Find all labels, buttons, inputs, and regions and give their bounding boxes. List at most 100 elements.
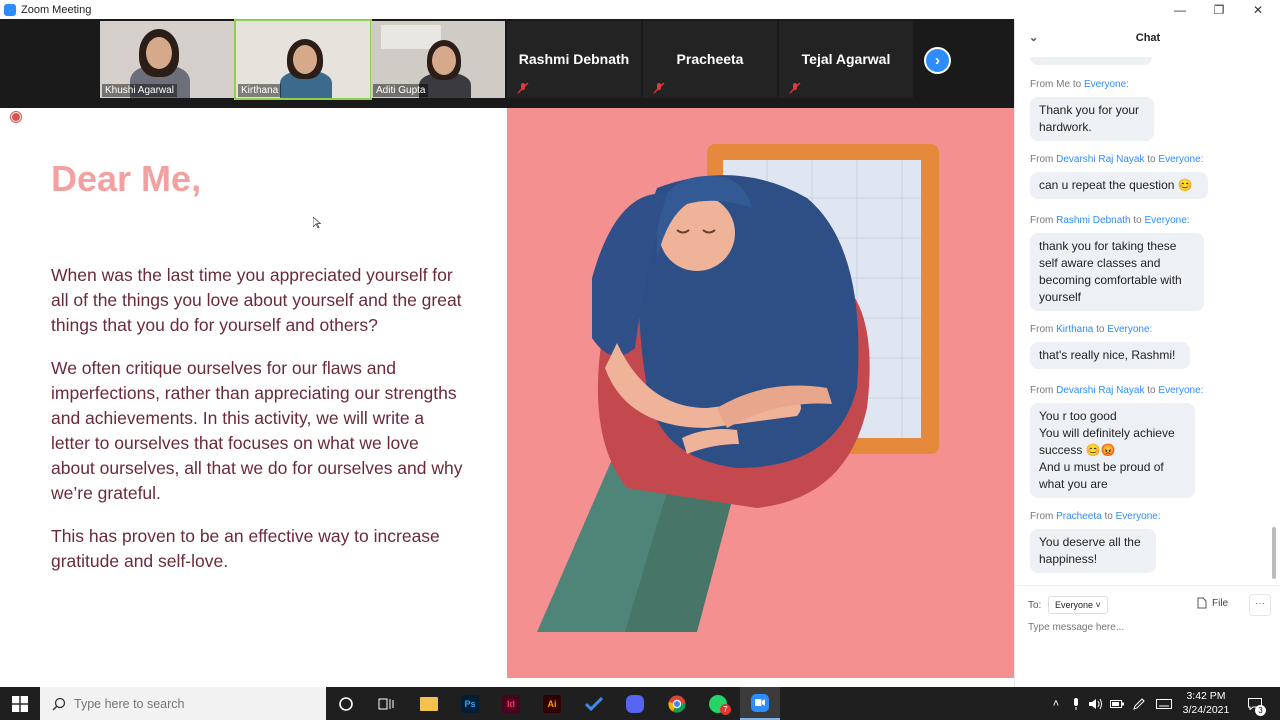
battery-icon — [1110, 699, 1124, 708]
keyboard-button[interactable] — [1153, 687, 1175, 720]
slide-paragraph: We often critique ourselves for our flaw… — [51, 358, 463, 503]
chat-message-meta: From Kirthana to Everyone: — [1030, 324, 1153, 335]
taskbar-search[interactable] — [40, 687, 326, 720]
checkmark-icon — [585, 696, 603, 711]
window-titlebar: Zoom Meeting — ❐ ✕ — [0, 0, 1280, 19]
more-options-button[interactable]: ··· — [1249, 594, 1271, 616]
slide-illustration — [507, 108, 1014, 678]
indesign-icon: Id — [502, 694, 520, 713]
mouse-cursor-icon — [313, 217, 321, 229]
windows-taskbar: Ps Id Ai 7 ˄ 3:42 PM 3/24/2021 3 — [0, 687, 1280, 720]
participant-tile-khushi[interactable]: Khushi Agarwal — [100, 21, 234, 98]
taskbar-search-input[interactable] — [74, 696, 304, 711]
speaker-icon — [1089, 698, 1102, 709]
photoshop-icon: Ps — [461, 694, 479, 713]
recipient-dropdown[interactable]: Everyone ˅ — [1048, 596, 1108, 614]
participant-name: Kirthana — [238, 84, 282, 97]
chat-message-bubble: You deserve all the happiness! — [1030, 529, 1156, 573]
slide-heading: Dear Me, — [51, 158, 202, 199]
chat-header: ⌄ Chat — [1015, 19, 1280, 57]
participant-name: Tejal Agarwal — [801, 51, 891, 67]
keyboard-icon — [1156, 698, 1172, 709]
file-explorer-button[interactable] — [409, 687, 449, 720]
scrollbar-thumb[interactable] — [1272, 527, 1276, 579]
recording-indicator-icon — [11, 112, 21, 122]
microphone-tray-button[interactable] — [1068, 687, 1084, 720]
chrome-icon — [668, 695, 686, 713]
restore-button[interactable]: ❐ — [1199, 0, 1239, 19]
volume-button[interactable] — [1087, 687, 1105, 720]
battery-button[interactable] — [1108, 687, 1126, 720]
chat-scrollbar[interactable] — [1271, 57, 1277, 585]
shared-screen: Dear Me, When was the last time you appr… — [0, 108, 1014, 678]
folder-icon — [420, 696, 438, 711]
participants-strip: Khushi Agarwal Kirthana Aditi Gupta Rash… — [0, 19, 1014, 108]
cortana-button[interactable] — [326, 687, 366, 720]
slide-paragraph: This has proven to be an effective way t… — [51, 526, 440, 571]
participant-name: Pracheeta — [676, 51, 744, 67]
hugging-self-illustration — [537, 144, 939, 632]
cortana-icon — [339, 696, 353, 711]
participant-tile-rashmi[interactable]: Rashmi Debnath — [507, 21, 641, 98]
participant-name: Khushi Agarwal — [102, 84, 177, 97]
chat-message-meta: From Devarshi Raj Nayak to Everyone: — [1030, 385, 1204, 396]
slide-text-panel: Dear Me, When was the last time you appr… — [0, 108, 507, 678]
chat-bubble-partial — [1030, 57, 1152, 65]
minimize-button[interactable]: — — [1160, 0, 1200, 19]
chat-message-bubble: You r too good You will definitely achie… — [1030, 403, 1195, 498]
notification-count-badge: 3 — [1255, 705, 1266, 716]
task-view-icon — [378, 698, 394, 709]
whatsapp-button[interactable]: 7 — [698, 687, 738, 720]
slide-paragraph: When was the last time you appreciated y… — [51, 265, 462, 335]
todo-button[interactable] — [574, 687, 614, 720]
muted-mic-icon — [517, 82, 529, 94]
chat-message-bubble: can u repeat the question 😊 — [1030, 172, 1208, 199]
chevron-right-icon: › — [935, 52, 940, 69]
system-clock[interactable]: 3:42 PM 3/24/2021 — [1176, 689, 1236, 717]
indesign-button[interactable]: Id — [491, 687, 531, 720]
participant-tile-aditi[interactable]: Aditi Gupta — [371, 21, 505, 98]
photoshop-button[interactable]: Ps — [450, 687, 490, 720]
chat-title: Chat — [1135, 32, 1161, 44]
to-label: To: — [1028, 600, 1042, 611]
file-button[interactable]: File — [1197, 597, 1228, 609]
participant-name: Aditi Gupta — [373, 84, 429, 97]
muted-mic-icon — [789, 82, 801, 94]
chevron-down-icon[interactable]: ⌄ — [1029, 31, 1038, 44]
participant-tile-pracheeta[interactable]: Pracheeta — [643, 21, 777, 98]
zoom-app-icon — [4, 3, 16, 16]
pen-icon — [1133, 697, 1145, 710]
search-icon — [52, 697, 66, 710]
start-button[interactable] — [0, 687, 40, 720]
participant-tile-kirthana[interactable]: Kirthana — [234, 19, 372, 100]
chat-message-list[interactable]: From Me to Everyone: Thank you for your … — [1015, 57, 1271, 585]
chat-message-bubble: that's really nice, Rashmi! — [1030, 342, 1190, 369]
zoom-button[interactable] — [740, 687, 780, 720]
chrome-button[interactable] — [657, 687, 697, 720]
illustrator-icon: Ai — [543, 694, 561, 713]
chat-message-bubble: thank you for taking these self aware cl… — [1030, 233, 1204, 311]
file-icon — [1197, 597, 1207, 609]
show-hidden-icons-button[interactable]: ˄ — [1048, 687, 1064, 720]
task-view-button[interactable] — [366, 687, 406, 720]
close-button[interactable]: ✕ — [1238, 0, 1278, 19]
illustrator-button[interactable]: Ai — [532, 687, 572, 720]
clock-time: 3:42 PM — [1186, 690, 1226, 702]
chat-composer: To: Everyone ˅ File ··· — [1015, 585, 1280, 687]
chevron-down-icon: ˅ — [1095, 600, 1101, 610]
discord-button[interactable] — [615, 687, 655, 720]
chat-message-meta: From Rashmi Debnath to Everyone: — [1030, 215, 1190, 226]
notification-badge: 7 — [720, 704, 731, 715]
chat-message-bubble: Thank you for your hardwork. — [1030, 97, 1154, 141]
discord-icon — [626, 694, 644, 713]
participant-tile-tejal[interactable]: Tejal Agarwal — [779, 21, 913, 98]
windows-logo-icon — [12, 695, 28, 712]
muted-mic-icon — [653, 82, 665, 94]
action-center-button[interactable]: 3 — [1240, 687, 1270, 720]
chat-panel: ⌄ Chat From Me to Everyone: Thank you fo… — [1014, 19, 1280, 687]
next-participants-button[interactable]: › — [924, 47, 951, 74]
window-title: Zoom Meeting — [21, 3, 92, 16]
pen-button[interactable] — [1130, 687, 1148, 720]
chat-message-input[interactable] — [1028, 622, 1268, 633]
chat-message-meta: From Devarshi Raj Nayak to Everyone: — [1030, 154, 1204, 165]
